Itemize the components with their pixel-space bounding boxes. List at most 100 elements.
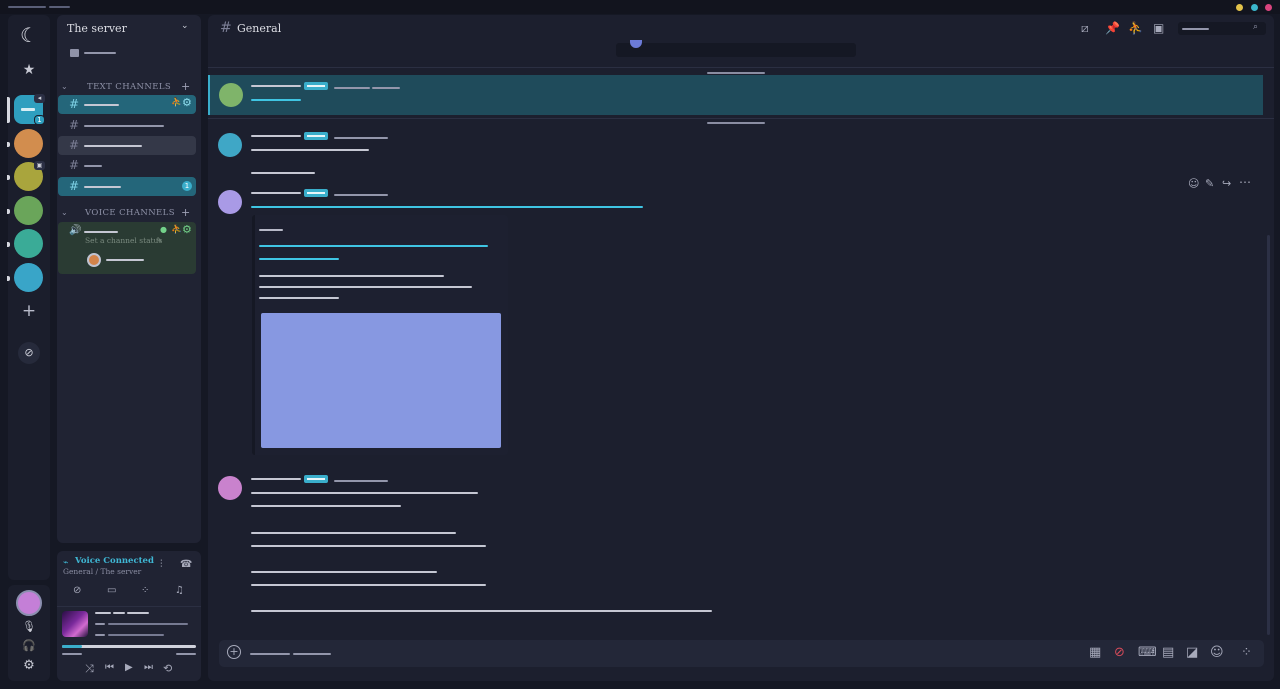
add-attachment-icon[interactable]: +	[227, 645, 241, 659]
voice-status[interactable]: Voice Connected	[75, 556, 154, 566]
gear-icon[interactable]: ⚙	[182, 223, 192, 236]
compass-icon[interactable]: ⊘	[18, 342, 40, 364]
thread-preview[interactable]	[616, 40, 856, 57]
repeat-icon[interactable]: ⟲	[163, 662, 172, 675]
gif-icon[interactable]: ▤	[1162, 645, 1174, 660]
voice-channel[interactable]: 🔊 ● ⛹ ⚙ Set a channel status ✎	[58, 222, 196, 274]
scrollbar[interactable]	[1267, 235, 1270, 635]
message-mentioned[interactable]	[208, 75, 1263, 115]
unread-indicator	[7, 276, 10, 281]
minimize-button[interactable]	[1236, 4, 1243, 11]
author-name[interactable]	[251, 85, 301, 87]
search-input[interactable]: ⌕	[1178, 22, 1266, 35]
previous-icon[interactable]: ⏮	[105, 662, 114, 673]
role-tag	[304, 132, 328, 140]
threads-icon[interactable]: ⧄	[1081, 21, 1089, 36]
server-icon[interactable]	[14, 229, 43, 258]
track-title	[113, 612, 125, 614]
channel-item[interactable]: #	[58, 136, 196, 155]
hash-icon: #	[69, 97, 80, 111]
add-channel-icon[interactable]: +	[181, 206, 191, 219]
soundboard-icon[interactable]: ♫	[175, 585, 184, 596]
emoji-icon[interactable]: ☺	[1210, 645, 1224, 660]
mention-text[interactable]	[251, 99, 301, 101]
channel-item[interactable]: #	[58, 156, 196, 175]
invite-icon[interactable]: ⛹	[171, 98, 182, 108]
keyboard-icon[interactable]: ⌨	[1138, 645, 1157, 660]
channel-item[interactable]: # 1	[58, 177, 196, 196]
calendar-icon[interactable]: ▦	[1089, 645, 1101, 660]
reply-icon[interactable]: ↪	[1222, 177, 1231, 190]
server-icon[interactable]: ▣	[14, 161, 45, 191]
server-icon[interactable]: ◂ 1	[14, 94, 45, 125]
pencil-icon[interactable]: ✎	[156, 236, 163, 245]
avatar[interactable]	[218, 190, 242, 214]
message-actions: ☺ ✎ ↪ ⋯	[1184, 175, 1256, 191]
author-name[interactable]	[251, 478, 301, 480]
chat-icon[interactable]: ●	[160, 225, 167, 234]
next-icon[interactable]: ⏭	[144, 662, 153, 673]
server-icon[interactable]	[14, 129, 43, 158]
author-name[interactable]	[251, 135, 301, 137]
avatar[interactable]	[87, 253, 101, 267]
microphone-icon[interactable]: 🎙	[8, 620, 50, 633]
embed-provider[interactable]	[259, 229, 283, 231]
calendar-icon[interactable]	[70, 49, 79, 57]
camera-off-icon[interactable]: ⊘	[73, 585, 81, 596]
star-icon[interactable]: ★	[8, 62, 50, 78]
unread-indicator	[7, 209, 10, 214]
pin-icon[interactable]: 📌	[1105, 21, 1120, 35]
timestamp	[334, 87, 370, 89]
sound-bars-icon[interactable]: ⫶	[160, 559, 163, 570]
user-avatar[interactable]	[16, 590, 42, 616]
avatar[interactable]	[218, 133, 242, 157]
play-icon[interactable]: ▶	[125, 662, 133, 673]
avatar[interactable]	[219, 83, 243, 107]
channel-item[interactable]: #	[58, 116, 196, 135]
gear-icon[interactable]: ⚙	[8, 658, 50, 673]
members-icon[interactable]: ⛹	[1128, 21, 1143, 35]
hang-up-icon[interactable]: ☎	[180, 559, 192, 570]
voice-location[interactable]: General / The server	[63, 567, 141, 576]
track-title	[127, 612, 149, 614]
close-button[interactable]	[1265, 4, 1272, 11]
album-art[interactable]	[62, 611, 88, 637]
embed-title[interactable]	[259, 258, 339, 260]
voice-channels-category[interactable]: ⌄ VOICE CHANNELS +	[57, 206, 201, 220]
embed-image[interactable]	[261, 313, 501, 448]
channel-status-placeholder[interactable]: Set a channel status	[85, 236, 162, 245]
add-channel-icon[interactable]: +	[181, 80, 191, 93]
activities-icon[interactable]: ⁘	[141, 585, 149, 596]
server-icon[interactable]	[14, 263, 43, 292]
invite-icon[interactable]: ⛹	[171, 225, 182, 235]
headphones-icon[interactable]: 🎧	[8, 639, 50, 652]
elapsed-time	[62, 653, 82, 655]
playback-progress[interactable]	[62, 645, 196, 648]
embed-title[interactable]	[259, 245, 488, 247]
more-icon[interactable]: ⋯	[1239, 175, 1251, 189]
channel-item[interactable]: # ⛹ ⚙	[58, 95, 196, 114]
text-channels-category[interactable]: ⌄ TEXT CHANNELS +	[57, 80, 201, 94]
gift-off-icon[interactable]: ⊘	[1114, 645, 1125, 660]
gear-icon[interactable]: ⚙	[182, 96, 192, 109]
chevron-down-icon[interactable]: ⌄	[181, 21, 189, 31]
screen-share-icon: ▣	[34, 161, 45, 170]
screen-share-icon[interactable]: ▭	[107, 585, 116, 596]
sticker-icon[interactable]: ◪	[1186, 645, 1198, 660]
emoji-icon[interactable]: ☺	[1188, 177, 1199, 190]
server-icon[interactable]	[14, 196, 43, 225]
author-name[interactable]	[251, 192, 301, 194]
moon-icon[interactable]: ☾	[8, 23, 50, 47]
inbox-icon[interactable]: ▣	[1153, 21, 1164, 35]
apps-icon[interactable]: ⁘	[1241, 645, 1252, 660]
avatar[interactable]	[218, 476, 242, 500]
server-name[interactable]: The server	[67, 22, 127, 35]
add-server-icon[interactable]: +	[8, 301, 50, 321]
events-placeholder[interactable]	[84, 52, 116, 54]
maximize-button[interactable]	[1251, 4, 1258, 11]
message-composer[interactable]: + ▦ ⊘ ⌨ ▤ ◪ ☺ ⁘	[219, 640, 1264, 667]
pencil-icon[interactable]: ✎	[1205, 177, 1214, 190]
divider	[208, 118, 1274, 119]
shuffle-icon[interactable]: ⤨	[85, 662, 94, 676]
link-text[interactable]	[251, 206, 643, 208]
